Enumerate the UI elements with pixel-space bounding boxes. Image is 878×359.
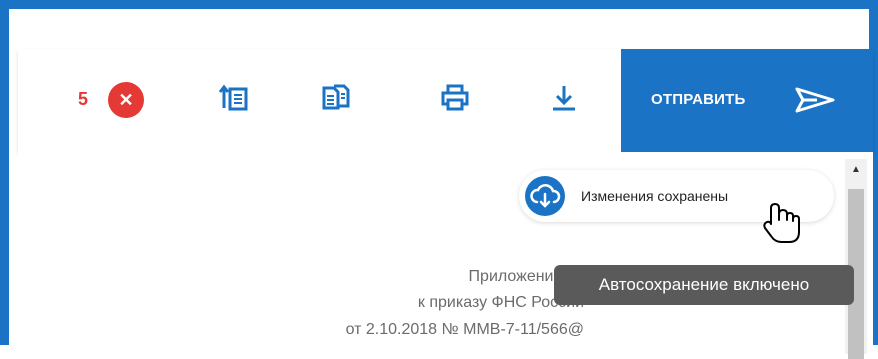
save-status-text: Изменения сохранены <box>581 188 729 204</box>
document-line-3: от 2.10.2018 № ММВ-7-11/566@ <box>345 321 584 338</box>
cloud-upload-icon <box>525 176 565 216</box>
scroll-up-arrow-icon[interactable]: ▲ <box>845 159 867 181</box>
print-icon[interactable] <box>439 82 471 114</box>
send-label: ОТПРАВИТЬ <box>651 91 746 108</box>
copy-document-icon[interactable] <box>320 82 352 114</box>
send-icon <box>795 87 835 113</box>
list-sort-icon[interactable] <box>218 82 250 114</box>
close-icon: ✕ <box>118 90 134 110</box>
autosave-tooltip: Автосохранение включено <box>554 265 854 305</box>
hand-pointer-cursor-icon <box>763 203 800 243</box>
download-icon[interactable] <box>548 82 580 114</box>
app-window: 5 ✕ ОТПРАВИТЬ Приложение № к приказу ФНС… <box>0 0 878 359</box>
toolbar: 5 ✕ ОТПРАВИТЬ <box>18 49 873 152</box>
error-close-button[interactable]: ✕ <box>108 82 144 118</box>
vertical-scrollbar[interactable]: ▲ <box>845 159 867 359</box>
error-count: 5 <box>78 89 89 109</box>
send-button[interactable]: ОТПРАВИТЬ <box>621 49 873 152</box>
